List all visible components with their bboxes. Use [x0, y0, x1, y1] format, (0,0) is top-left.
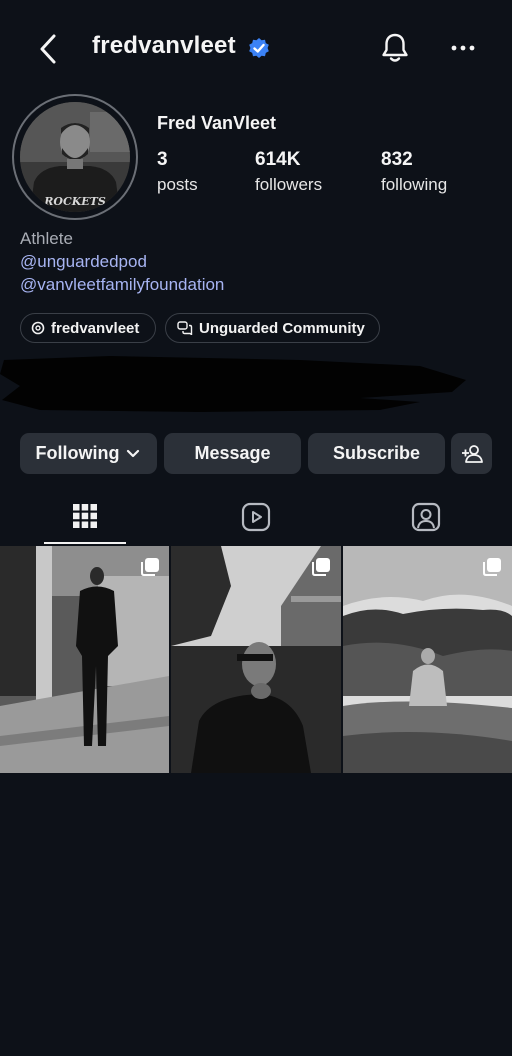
tab-reels[interactable]	[241, 502, 271, 537]
posts-count: 3	[157, 149, 168, 170]
more-options-button[interactable]	[450, 38, 476, 58]
followers-label: followers	[255, 175, 323, 194]
following-button-label: Following	[35, 443, 120, 463]
post-thumbnail-2[interactable]	[171, 546, 341, 773]
multi-post-icon	[483, 558, 501, 576]
chevron-left-icon	[40, 34, 56, 64]
add-user-icon	[461, 444, 483, 463]
bio-link-foundation[interactable]: @vanvleetfamilyfoundation	[20, 275, 224, 295]
tagged-icon	[411, 502, 441, 532]
suggested-users-button[interactable]	[451, 433, 492, 474]
chevron-down-icon	[127, 449, 140, 457]
followers-stat[interactable]: 614K followers	[255, 149, 322, 195]
grid-icon	[73, 504, 97, 528]
posts-label: posts	[157, 175, 198, 194]
multi-post-icon	[141, 558, 159, 576]
notifications-button[interactable]	[380, 30, 410, 66]
avatar-shirt-text: ROCKETS	[43, 195, 106, 208]
posts-stat[interactable]: 3 posts	[157, 149, 198, 195]
community-chip-label: Unguarded Community	[199, 319, 365, 337]
more-horizontal-icon	[451, 45, 475, 51]
message-button[interactable]: Message	[164, 433, 301, 474]
reels-icon	[241, 502, 271, 532]
subscribe-button[interactable]: Subscribe	[308, 433, 445, 474]
avatar[interactable]: ROCKETS	[20, 102, 130, 212]
bio-link-unguardedpod[interactable]: @unguardedpod	[20, 252, 147, 272]
threads-chip-label: fredvanvleet	[51, 319, 140, 337]
tab-posts-grid[interactable]	[70, 501, 100, 536]
back-button[interactable]	[34, 30, 62, 68]
community-chat-icon	[177, 321, 193, 335]
community-chip[interactable]: Unguarded Community	[165, 313, 380, 343]
active-tab-indicator	[44, 542, 126, 544]
threads-chip[interactable]: fredvanvleet	[20, 313, 156, 343]
post-thumbnail-1[interactable]	[0, 546, 169, 773]
subscribe-button-label: Subscribe	[332, 443, 421, 463]
tab-tagged[interactable]	[411, 502, 441, 537]
profile-username: fredvanvleet	[92, 32, 236, 59]
following-stat[interactable]: 832 following	[381, 149, 447, 195]
multi-post-icon	[312, 558, 330, 576]
message-button-label: Message	[194, 443, 271, 463]
bell-icon	[382, 33, 408, 62]
threads-icon	[31, 321, 45, 335]
post-thumbnail-3[interactable]	[343, 546, 512, 773]
following-button[interactable]: Following	[20, 433, 157, 474]
followers-count: 614K	[255, 149, 301, 170]
bio-category: Athlete	[20, 229, 73, 248]
following-count: 832	[381, 149, 413, 170]
following-label: following	[381, 175, 448, 194]
redaction-scribble	[0, 356, 466, 412]
verified-badge-icon	[247, 36, 271, 60]
full-name: Fred VanVleet	[157, 113, 277, 133]
